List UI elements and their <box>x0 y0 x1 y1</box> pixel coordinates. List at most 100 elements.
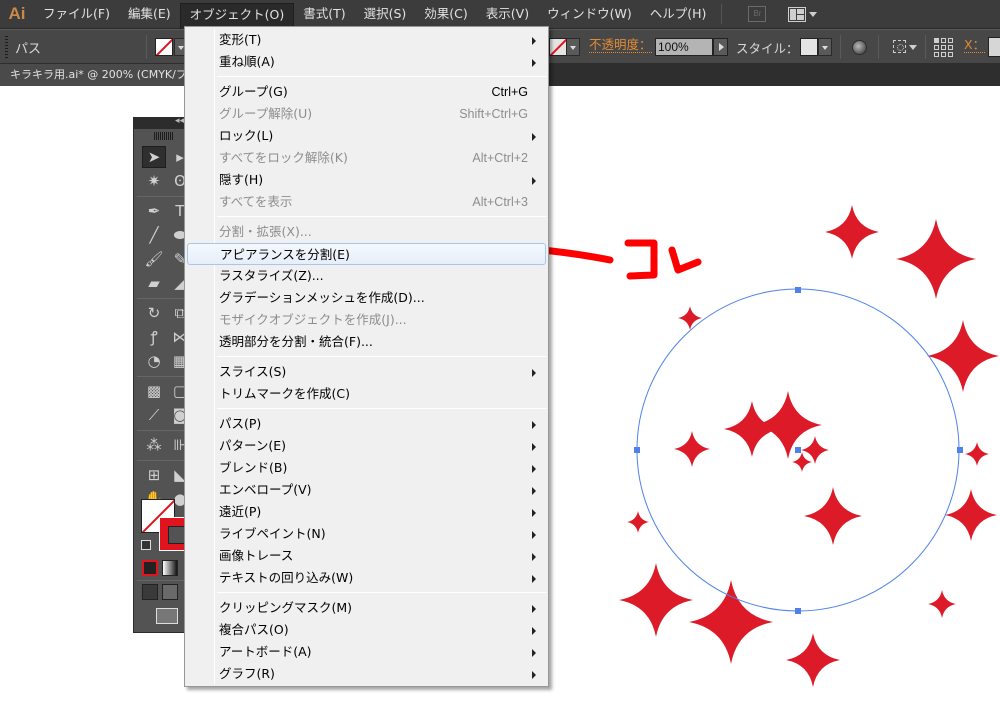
color-mode-button[interactable] <box>142 560 158 576</box>
selection-tool-icon[interactable]: ➤ <box>142 146 166 168</box>
menu-item[interactable]: エンベロープ(V) <box>187 479 546 501</box>
menu-item[interactable]: グループ解除(U) Shift+Ctrl+G <box>187 103 546 125</box>
menu-item[interactable]: グループ(G) Ctrl+G <box>187 81 546 103</box>
eyedropper-tool-icon[interactable]: ⟋ <box>142 404 166 426</box>
draw-normal-button[interactable] <box>142 584 158 600</box>
menu-item-shortcut: Alt+Ctrl+2 <box>472 151 528 165</box>
style-dropdown-button[interactable] <box>818 38 832 56</box>
menu-bar: Ai ファイル(F) 編集(E) オブジェクト(O) 書式(T) 選択(S) 効果(C) 表… <box>0 0 1000 29</box>
paintbrush-tool-icon[interactable]: 🖌 <box>142 248 166 270</box>
menu-item-label: 変形(T) <box>219 32 262 47</box>
menu-item-label: すべてを表示 <box>219 194 293 209</box>
tools-panel-header[interactable]: ◂◂ <box>134 116 190 129</box>
menu-item-label: ブレンド(B) <box>219 460 288 475</box>
menu-item-label: グループ解除(U) <box>219 106 313 121</box>
menu-item[interactable]: アピアランスを分割(E) <box>187 243 546 265</box>
collapse-icon[interactable]: ◂◂ <box>175 116 184 126</box>
panel-grip-handle[interactable] <box>5 36 8 58</box>
menu-item[interactable]: 変形(T) <box>187 29 546 51</box>
menu-6[interactable]: 表示(V) <box>477 2 538 26</box>
rotate-tool-icon[interactable]: ↻ <box>142 302 166 324</box>
stroke-swatch[interactable] <box>549 38 567 56</box>
document-tab[interactable]: キラキラ用.ai* @ 200% (CMYK/プレ <box>0 64 184 86</box>
menu-5[interactable]: 効果(C) <box>415 2 476 26</box>
menu-item[interactable]: ラスタライズ(Z)... <box>187 265 546 287</box>
menu-item-label: パターン(E) <box>219 438 287 453</box>
line-tool-icon[interactable]: ╱ <box>142 224 166 246</box>
panel-grip-handle[interactable] <box>154 132 174 140</box>
x-coordinate-stepper[interactable] <box>988 37 1000 57</box>
menu-item[interactable]: 重ね順(A) <box>187 51 546 73</box>
menu-item[interactable]: 遠近(P) <box>187 501 546 523</box>
arrange-documents-button[interactable] <box>788 6 818 22</box>
menu-4[interactable]: 選択(S) <box>355 2 416 26</box>
menu-item[interactable]: グラフ(R) <box>187 663 546 685</box>
align-options-icon[interactable] <box>893 40 906 53</box>
menu-item-label: クリッピングマスク(M) <box>219 600 353 615</box>
menu-item-label: グラフ(R) <box>219 666 275 681</box>
menu-item[interactable]: ロック(L) <box>187 125 546 147</box>
chevron-down-icon[interactable] <box>909 45 917 50</box>
symbol-sprayer-tool-icon[interactable]: ⁂ <box>142 434 166 456</box>
opacity-input[interactable]: 100% <box>655 38 713 56</box>
opacity-slider-button[interactable] <box>713 38 728 56</box>
bridge-button[interactable]: Br <box>748 6 767 22</box>
stroke-dropdown-button[interactable] <box>566 38 580 56</box>
menu-item[interactable]: 透明部分を分割・統合(F)... <box>187 331 546 353</box>
menu-item[interactable]: パス(P) <box>187 413 546 435</box>
gradient-mode-button[interactable] <box>162 560 178 576</box>
recolor-artwork-icon[interactable] <box>852 40 867 55</box>
change-screen-mode-button[interactable] <box>156 608 178 624</box>
tool-divider <box>137 298 189 299</box>
menu-item-shortcut: Shift+Ctrl+G <box>459 107 528 121</box>
menu-item[interactable]: 複合パス(O) <box>187 619 546 641</box>
opacity-label[interactable]: 不透明度： <box>589 38 652 53</box>
magic-wand-tool-icon[interactable]: ✷ <box>142 170 166 192</box>
menu-item[interactable]: 画像トレース <box>187 545 546 567</box>
menu-2[interactable]: オブジェクト(O) <box>179 2 295 29</box>
submenu-arrow-icon <box>532 369 536 377</box>
mesh-tool-icon[interactable]: ▩ <box>142 380 166 402</box>
menu-item[interactable]: パターン(E) <box>187 435 546 457</box>
menu-1[interactable]: 編集(E) <box>119 2 180 26</box>
submenu-arrow-icon <box>532 509 536 517</box>
menu-item[interactable]: アートボード(A) <box>187 641 546 663</box>
menu-item[interactable]: グラデーションメッシュを作成(D)... <box>187 287 546 309</box>
draw-behind-button[interactable] <box>162 584 178 600</box>
menu-item[interactable]: クリッピングマスク(M) <box>187 597 546 619</box>
menu-item[interactable]: 隠す(H) <box>187 169 546 191</box>
menu-item[interactable]: 分割・拡張(X)... <box>187 221 546 243</box>
menu-item[interactable]: スライス(S) <box>187 361 546 383</box>
default-colors-icon[interactable] <box>141 540 151 550</box>
reference-point-icon[interactable] <box>934 38 953 57</box>
pen-tool-icon[interactable]: ✒ <box>142 200 166 222</box>
tool-divider <box>137 376 189 377</box>
submenu-arrow-icon <box>532 37 536 45</box>
tool-divider <box>137 430 189 431</box>
menu-separator <box>217 356 547 357</box>
tool-divider <box>137 196 189 197</box>
menu-item[interactable]: すべてをロック解除(K) Alt+Ctrl+2 <box>187 147 546 169</box>
menu-8[interactable]: ヘルプ(H) <box>641 2 716 26</box>
menu-item[interactable]: ブレンド(B) <box>187 457 546 479</box>
menu-0[interactable]: ファイル(F) <box>34 2 119 26</box>
menu-item[interactable]: すべてを表示 Alt+Ctrl+3 <box>187 191 546 213</box>
graphic-style-swatch[interactable] <box>800 38 818 56</box>
menu-item[interactable]: ライブペイント(N) <box>187 523 546 545</box>
menu-item-label: 複合パス(O) <box>219 622 289 637</box>
submenu-arrow-icon <box>532 177 536 185</box>
menu-item[interactable]: トリムマークを作成(C) <box>187 383 546 405</box>
menu-item[interactable]: モザイクオブジェクトを作成(J)... <box>187 309 546 331</box>
menu-item-label: 重ね順(A) <box>219 54 275 69</box>
fill-swatch-none[interactable] <box>155 38 173 56</box>
shape-builder-tool-icon[interactable]: ◔ <box>142 350 166 372</box>
menu-item[interactable]: テキストの回り込み(W) <box>187 567 546 589</box>
x-coordinate-label[interactable]: X： <box>964 38 986 53</box>
artboard-tool-icon[interactable]: ⊞ <box>142 464 166 486</box>
menu-3[interactable]: 書式(T) <box>294 2 354 26</box>
submenu-arrow-icon <box>532 671 536 679</box>
blob-brush-tool-icon[interactable]: ▰ <box>142 272 166 294</box>
menu-separator <box>217 76 547 77</box>
menu-7[interactable]: ウィンドウ(W) <box>538 2 641 26</box>
warp-tool-icon[interactable]: ꝭ <box>142 326 166 348</box>
